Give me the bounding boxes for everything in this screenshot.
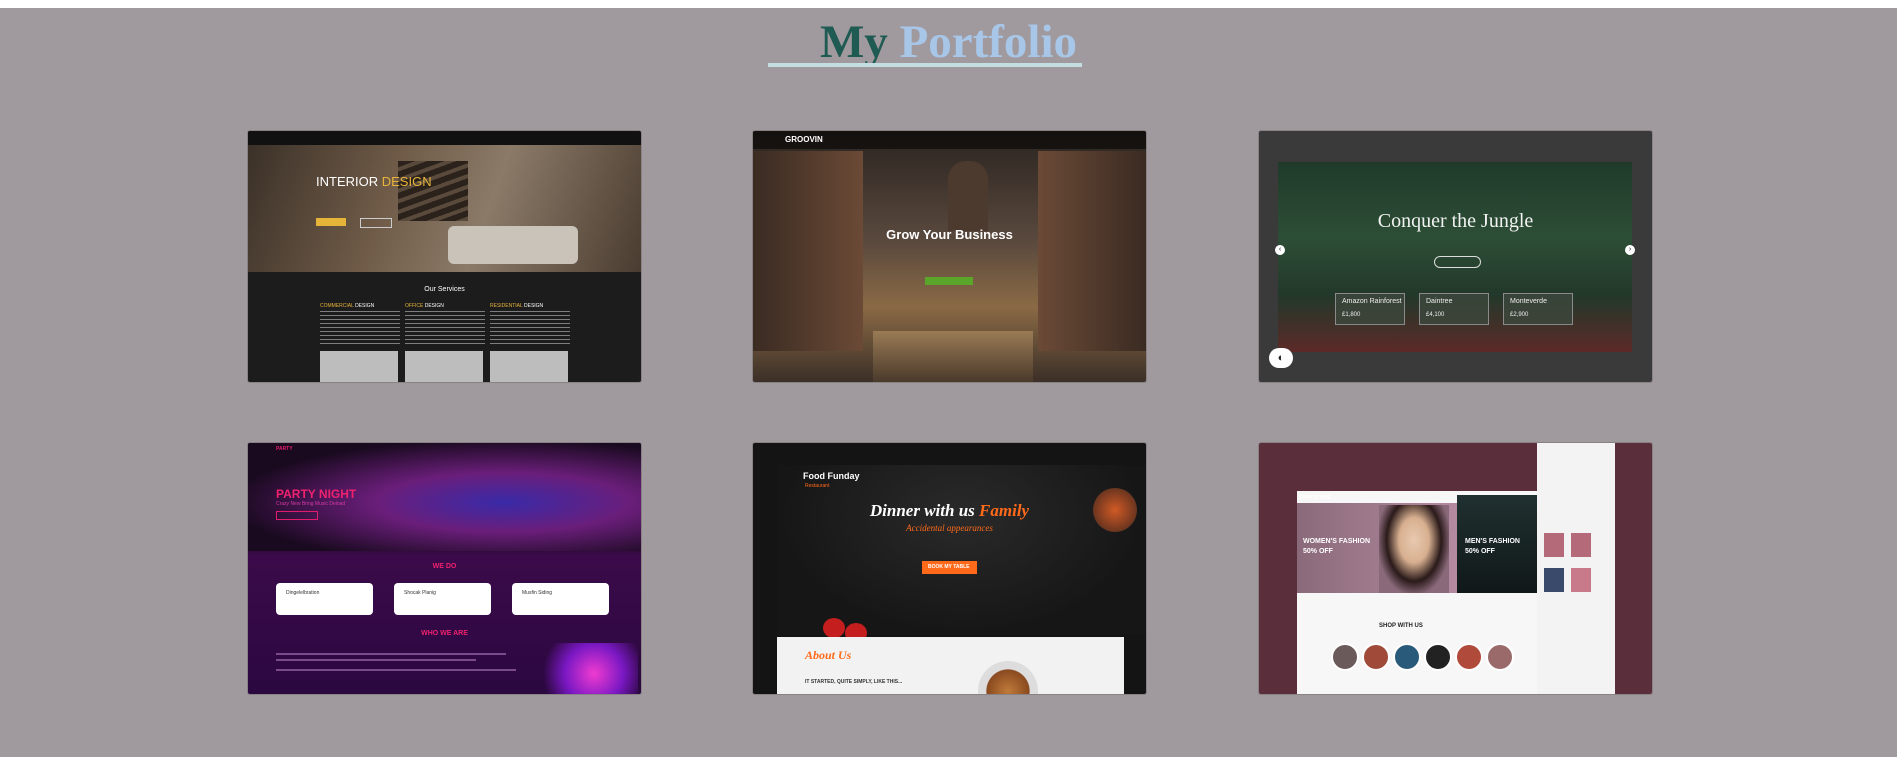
dj-image xyxy=(528,643,638,694)
hero-subtitle: Accidental appearances xyxy=(906,523,993,533)
tour-price: £1,800 xyxy=(1342,312,1361,318)
hero-image xyxy=(777,465,1146,635)
site-logo: SPRY STORE xyxy=(1299,495,1331,501)
about-subheading: IT STARTED, QUITE SIMPLY, LIKE THIS... xyxy=(805,679,903,685)
stairs-image xyxy=(398,161,468,221)
service-photo xyxy=(320,351,398,382)
tour-name: Daintree xyxy=(1426,298,1453,305)
about-heading: About Us xyxy=(805,648,852,662)
tour-name: Amazon Rainforest xyxy=(1342,298,1402,305)
service-text xyxy=(490,311,570,346)
tour-card: Monteverde £2,900 xyxy=(1503,293,1573,325)
hero-secondary-button xyxy=(360,218,392,228)
hero-button xyxy=(276,511,318,520)
tour-price: £2,900 xyxy=(1510,312,1529,318)
product-thumb xyxy=(1544,533,1564,557)
service-text xyxy=(405,311,485,346)
category-circle xyxy=(1424,643,1452,671)
site-logo: Food Funday xyxy=(803,471,860,481)
hero-title: Dinner with us Family xyxy=(869,501,1030,520)
section-heading: WE DO xyxy=(432,563,457,570)
product-thumb xyxy=(1544,568,1564,592)
tour-price: £4,100 xyxy=(1426,312,1445,318)
site-logo: PARTY xyxy=(276,446,293,452)
project-card-interior[interactable]: INTERIOR DESIGN Our Services COMMERCIAL … xyxy=(248,131,641,382)
text-line xyxy=(276,659,476,661)
project-card-jungle[interactable]: Conquer the Jungle Amazon Rainforest £1,… xyxy=(1259,131,1652,382)
service-card-title: Shocak Planig xyxy=(404,590,436,596)
building-left xyxy=(753,151,863,351)
service-label: COMMERCIAL DESIGN xyxy=(320,303,375,309)
category-circle xyxy=(1455,643,1483,671)
tour-card: Amazon Rainforest £1,800 xyxy=(1335,293,1405,325)
service-card: Dingelelbration xyxy=(276,583,373,615)
hero-title: Grow Your Business xyxy=(886,227,1013,242)
site-navbar xyxy=(248,131,641,145)
text-line xyxy=(276,669,516,671)
tomato-image xyxy=(823,618,845,638)
model-image xyxy=(1379,505,1449,593)
title-word-portfolio: Portfolio xyxy=(899,16,1078,68)
category-circle xyxy=(1331,643,1359,671)
street-image xyxy=(873,331,1033,382)
product-thumb xyxy=(1571,568,1591,592)
service-text xyxy=(320,311,400,346)
hero-button xyxy=(1434,256,1481,268)
womens-discount: 50% OFF xyxy=(1303,548,1333,555)
book-table-button: BOOK MY TABLE xyxy=(922,561,977,574)
chevron-right-icon: › xyxy=(1625,245,1635,255)
project-card-food[interactable]: Food Funday Restaurant Dinner with us Fa… xyxy=(753,443,1146,694)
book-table-label: BOOK MY TABLE xyxy=(928,564,970,570)
shop-heading: SHOP WITH US xyxy=(1379,623,1423,629)
title-underline xyxy=(768,63,1082,67)
top-strip xyxy=(0,0,1897,8)
section-heading: WHO WE ARE xyxy=(421,630,468,637)
project-card-party[interactable]: PARTY PARTY NIGHT Crazy New Bring Music … xyxy=(248,443,641,694)
tour-card: Daintree £4,100 xyxy=(1419,293,1489,325)
site-logo: GROOVIN xyxy=(785,135,823,144)
services-heading: Our Services xyxy=(424,286,465,293)
category-circle xyxy=(1393,643,1421,671)
service-card: Shocak Planig xyxy=(394,583,491,615)
about-section xyxy=(777,637,1124,694)
tour-name: Monteverde xyxy=(1510,298,1547,305)
title-word-my: My xyxy=(819,16,888,68)
category-circle xyxy=(1362,643,1390,671)
tower-image xyxy=(948,161,988,231)
hero-button xyxy=(925,277,973,285)
service-photo xyxy=(405,351,483,382)
site-logo-sub: Restaurant xyxy=(805,483,830,489)
sofa-image xyxy=(448,226,578,264)
womens-title: WOMEN'S FASHION xyxy=(1303,538,1370,545)
hero-title: PARTY NIGHT xyxy=(276,487,357,501)
mens-discount: 50% OFF xyxy=(1465,548,1495,555)
chevron-left-icon: ‹ xyxy=(1275,245,1285,255)
hero-title: INTERIOR DESIGN xyxy=(316,174,432,189)
text-line xyxy=(276,653,506,655)
service-card-title: Dingelelbration xyxy=(286,590,320,596)
project-card-fashion[interactable]: SPRY STORE WOMEN'S FASHION 50% OFF MEN'S… xyxy=(1259,443,1652,694)
hero-primary-button xyxy=(316,218,346,226)
project-card-groovin[interactable]: GROOVIN Grow Your Business xyxy=(753,131,1146,382)
building-right xyxy=(1038,151,1146,351)
service-photo xyxy=(490,351,568,382)
service-label: OFFICE DESIGN xyxy=(405,303,444,309)
service-label: RESIDENTIAL DESIGN xyxy=(490,303,544,309)
product-thumb xyxy=(1571,533,1591,557)
contrast-toggle-icon: ◐ xyxy=(1269,348,1293,368)
service-card: Musfin Siding xyxy=(512,583,609,615)
hero-title: Conquer the Jungle xyxy=(1377,210,1534,232)
hero-subtitle: Crazy New Bring Music Deload xyxy=(276,501,346,507)
portfolio-section: My Portfolio INTERIOR DESIGN Our Service… xyxy=(0,8,1897,757)
mens-title: MEN'S FASHION xyxy=(1465,538,1520,545)
service-card-title: Musfin Siding xyxy=(522,590,553,596)
category-circle xyxy=(1486,643,1514,671)
